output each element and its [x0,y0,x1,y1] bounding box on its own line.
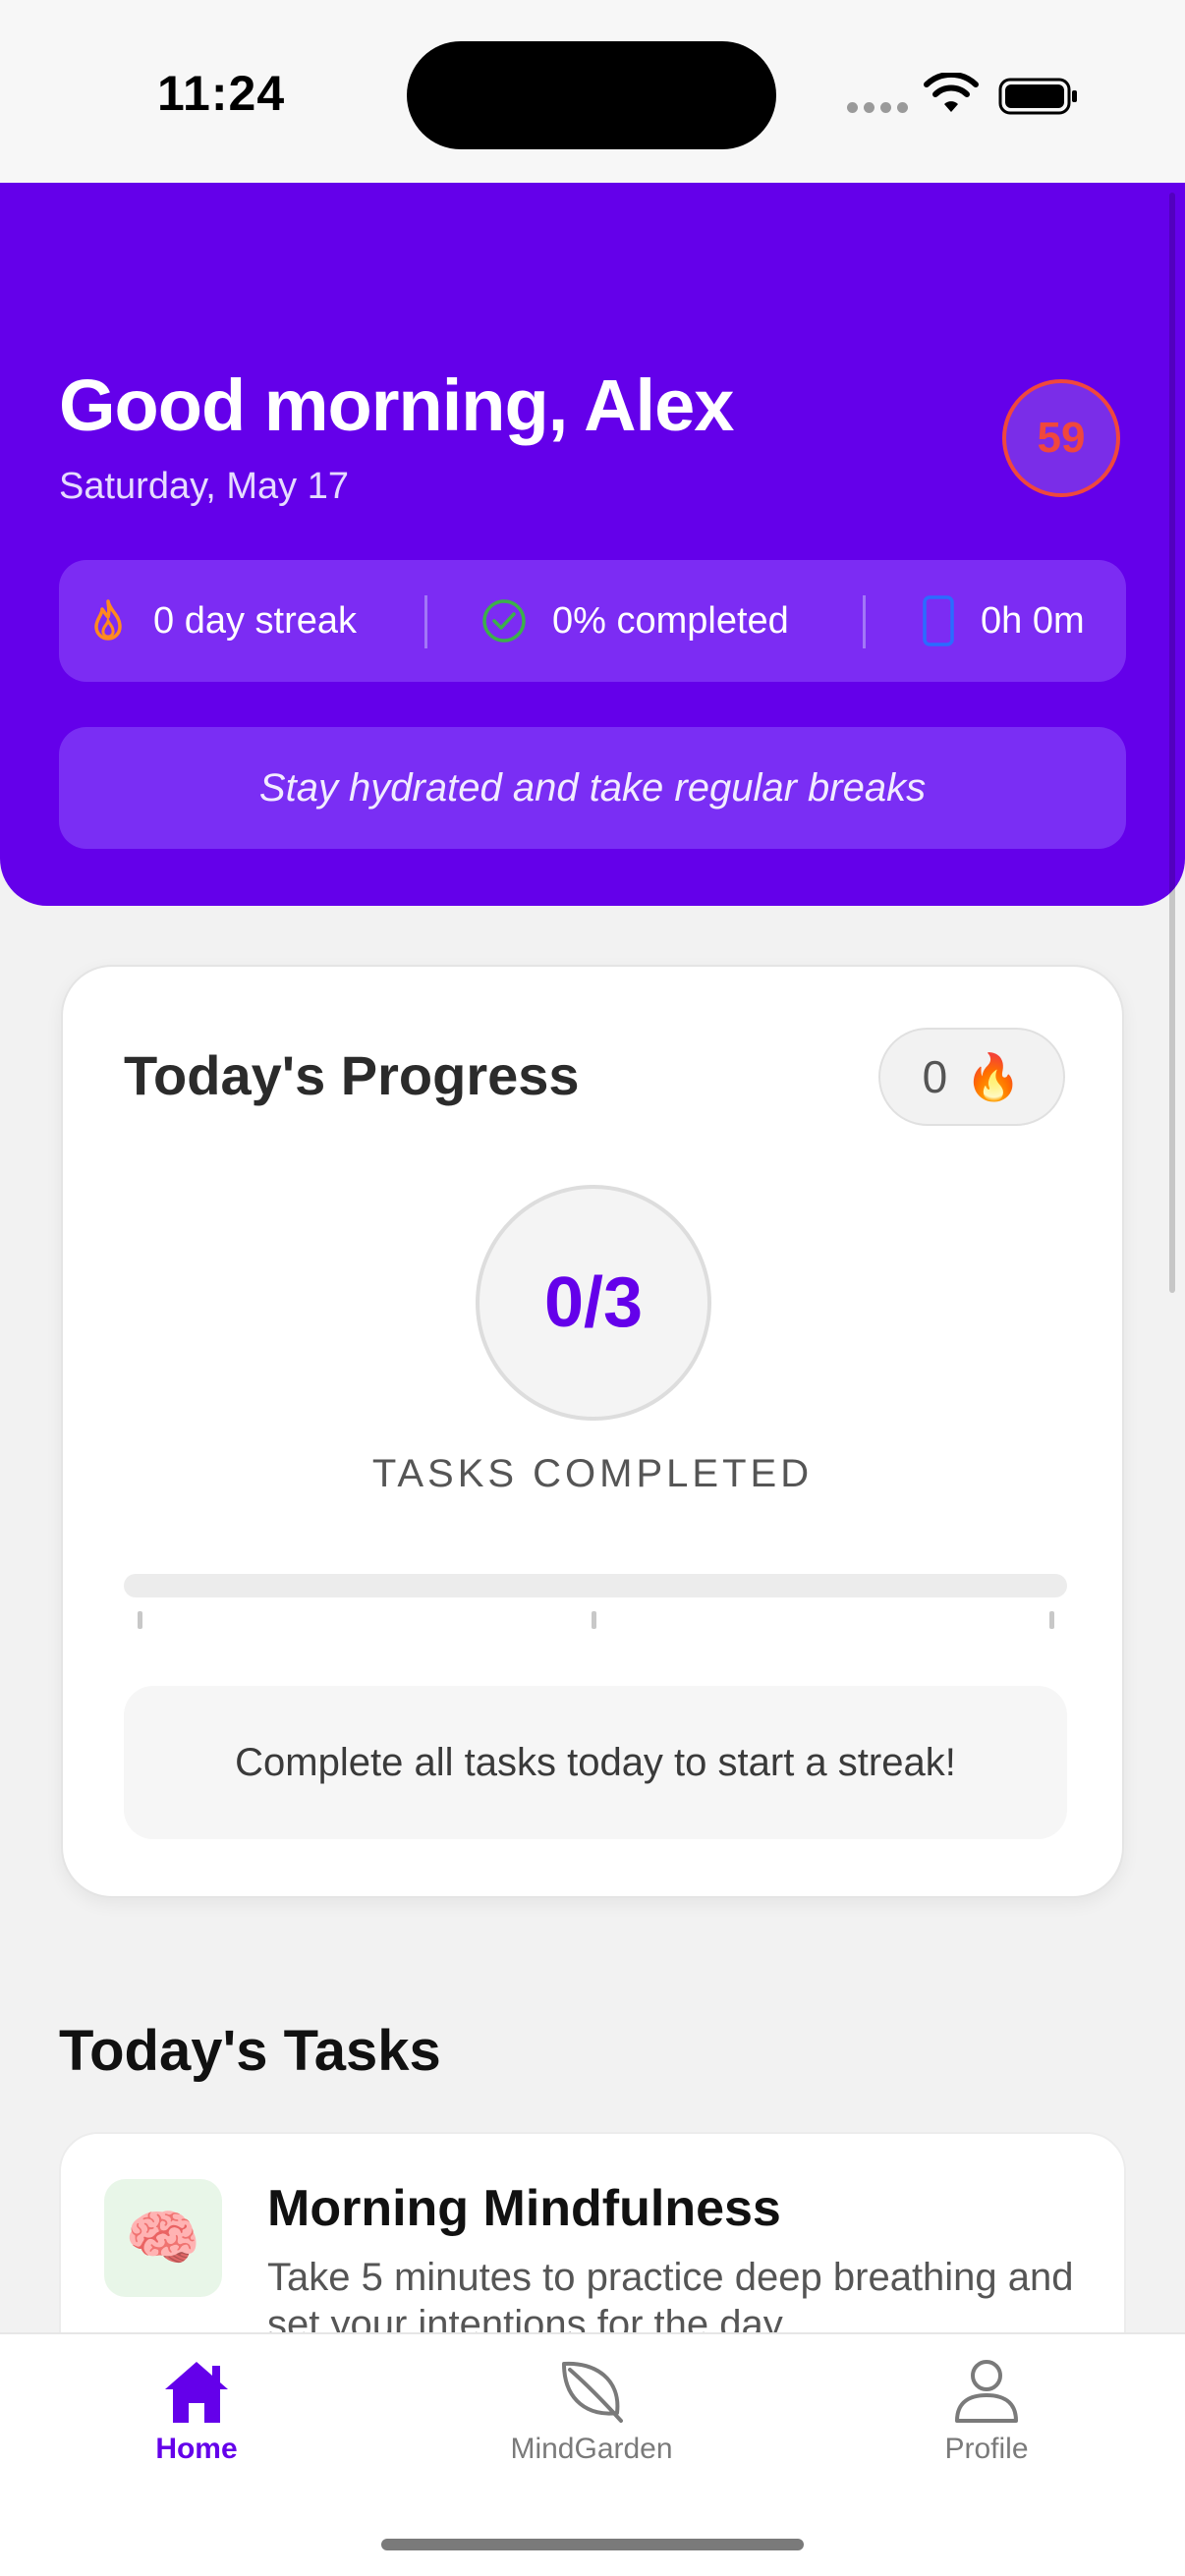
tab-profile-label: Profile [944,2433,1029,2465]
tab-profile[interactable]: Profile [888,2358,1085,2466]
check-circle-icon [482,599,526,643]
progress-bar [124,1574,1067,1597]
completion-stat: 0% completed [481,560,789,682]
brain-icon: 🧠 [104,2179,222,2297]
status-bar: 11:24 [0,0,1185,183]
tab-mindgarden[interactable]: MindGarden [493,2358,690,2466]
tasks-completed-label: TASKS COMPLETED [371,1452,814,1495]
scroll-indicator[interactable] [1169,193,1175,1293]
progress-tick [592,1611,596,1629]
tab-home-label: Home [155,2433,238,2465]
phone-icon [923,595,954,646]
home-indicator[interactable] [381,2539,804,2550]
progress-card-title: Today's Progress [124,1044,580,1106]
battery-icon [998,78,1077,115]
app-screen: 11:24 Good morning, Alex Saturday, May 1… [0,0,1185,2576]
fire-icon: 🔥 [965,1050,1022,1102]
status-time: 11:24 [157,66,286,121]
streak-message: Complete all tasks today to start a stre… [124,1686,1067,1839]
wellness-score-badge[interactable]: 59 [1002,379,1120,497]
dashboard-header: Good morning, Alex Saturday, May 17 59 0… [0,183,1185,906]
tab-mindgarden-label: MindGarden [510,2433,673,2465]
wifi-icon [924,73,979,112]
streak-stat: 0 day streak [88,560,357,682]
progress-card: Today's Progress 0 🔥 0/3 TASKS COMPLETED… [61,965,1124,1898]
screen-time-stat-label: 0h 0m [981,599,1085,642]
home-icon [165,2362,228,2423]
stats-bar: 0 day streak 0% completed 0h 0m [59,560,1126,682]
leaf-icon [562,2361,623,2423]
dynamic-island [407,41,776,149]
screen-time-stat: 0h 0m [922,560,1085,682]
completion-stat-label: 0% completed [552,599,789,642]
task-title: Morning Mindfulness [267,2180,781,2237]
tasks-count-circle: 0/3 [476,1185,711,1421]
stat-divider [863,595,866,648]
person-icon [955,2360,1018,2423]
streak-pill: 0 🔥 [878,1028,1065,1126]
streak-count: 0 [922,1051,948,1102]
tab-home[interactable]: Home [98,2358,295,2466]
progress-tick [138,1611,142,1629]
flame-icon [94,599,122,641]
tasks-section-title: Today's Tasks [59,2019,441,2083]
cellular-signal-icon [847,102,908,113]
greeting-title: Good morning, Alex [59,364,734,446]
current-date: Saturday, May 17 [59,466,350,507]
daily-tip: Stay hydrated and take regular breaks [59,727,1126,849]
stat-divider [424,595,427,648]
progress-tick [1049,1611,1054,1629]
streak-stat-label: 0 day streak [153,599,357,642]
